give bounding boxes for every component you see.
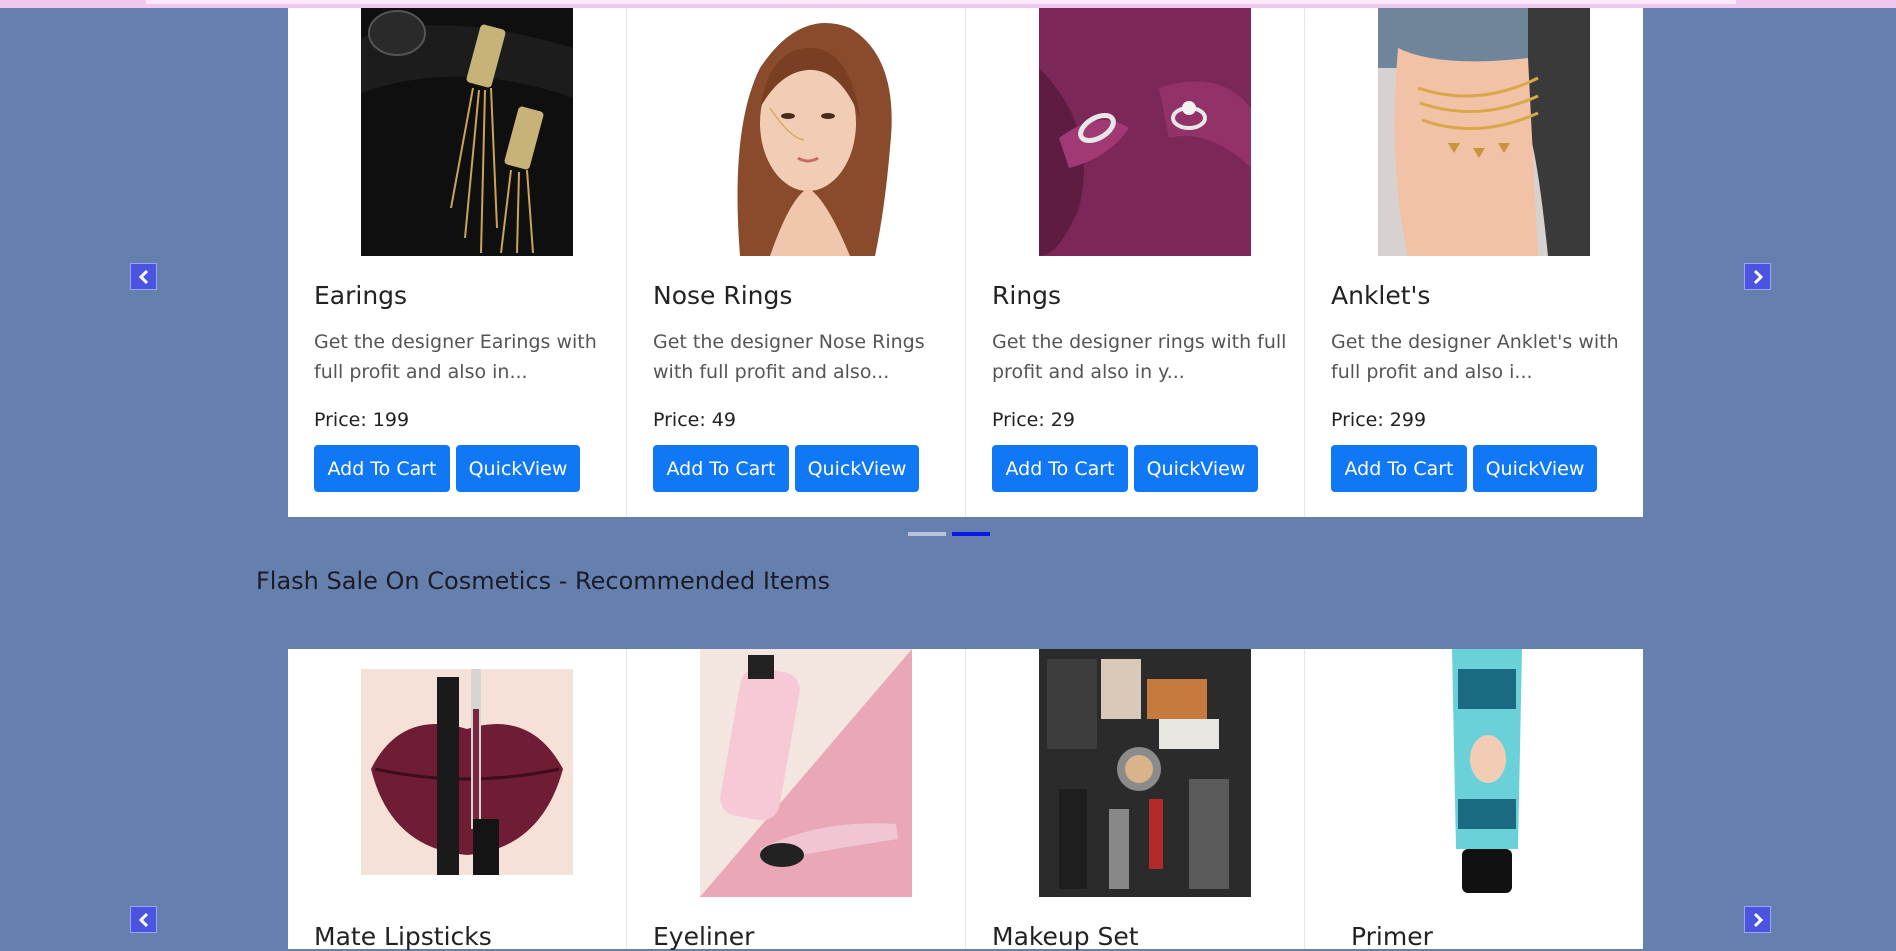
- quickview-button[interactable]: QuickView: [795, 445, 919, 492]
- carousel-indicator[interactable]: [908, 532, 946, 536]
- carousel-prev-button[interactable]: [130, 906, 157, 933]
- product-price: Price: 49: [653, 409, 736, 431]
- quickview-button[interactable]: QuickView: [1473, 445, 1597, 492]
- chevron-left-icon: [138, 269, 148, 284]
- product-title[interactable]: Makeup Set: [992, 922, 1139, 951]
- quickview-button[interactable]: QuickView: [456, 445, 580, 492]
- product-title[interactable]: Nose Rings: [653, 281, 792, 310]
- product-card: Anklet's Get the designer Anklet's with …: [1305, 8, 1643, 517]
- product-title[interactable]: Anklet's: [1331, 281, 1430, 310]
- product-card: Eyeliner: [627, 649, 966, 951]
- chevron-right-icon: [1753, 269, 1763, 284]
- add-to-cart-button[interactable]: Add To Cart: [992, 445, 1128, 492]
- product-description: Get the designer Earings with full profi…: [314, 331, 597, 383]
- carousel-indicator-active[interactable]: [952, 532, 990, 536]
- chevron-right-icon: [1753, 912, 1763, 927]
- nose-ring-model-image[interactable]: [700, 8, 912, 256]
- product-card: Mate Lipsticks: [288, 649, 627, 951]
- quickview-button[interactable]: QuickView: [1134, 445, 1258, 492]
- product-title[interactable]: Primer: [1351, 922, 1433, 951]
- add-to-cart-button[interactable]: Add To Cart: [314, 445, 450, 492]
- product-description: Get the designer Anklet's with full prof…: [1331, 331, 1619, 383]
- product-title[interactable]: Eyeliner: [653, 922, 754, 951]
- top-strip: [0, 0, 1896, 8]
- carousel-next-button[interactable]: [1744, 263, 1771, 290]
- product-card: Nose Rings Get the designer Nose Rings w…: [627, 8, 966, 517]
- cosmetics-carousel: Mate Lipsticks Eyeliner Makeup Set Prime…: [288, 649, 1643, 951]
- product-title[interactable]: Rings: [992, 281, 1061, 310]
- product-card: Primer: [1305, 649, 1643, 951]
- product-description: Get the designer rings with full profit …: [992, 331, 1287, 383]
- product-title[interactable]: Mate Lipsticks: [314, 922, 492, 951]
- anklet-image[interactable]: [1378, 8, 1590, 256]
- eyeliner-image[interactable]: [700, 649, 912, 897]
- lipstick-image[interactable]: [361, 669, 573, 875]
- jewelry-carousel: Earings Get the designer Earings with fu…: [288, 8, 1643, 517]
- rings-image[interactable]: [1039, 8, 1251, 256]
- product-card: Makeup Set: [966, 649, 1305, 951]
- product-description: Get the designer Nose Rings with full pr…: [653, 331, 925, 383]
- product-price: Price: 199: [314, 409, 410, 431]
- product-price: Price: 29: [992, 409, 1075, 431]
- carousel-next-button[interactable]: [1744, 906, 1771, 933]
- product-price: Price: 299: [1331, 409, 1427, 431]
- chevron-left-icon: [138, 912, 148, 927]
- section-title: Flash Sale On Cosmetics - Recommended It…: [256, 567, 831, 595]
- earrings-image[interactable]: [361, 8, 573, 256]
- add-to-cart-button[interactable]: Add To Cart: [653, 445, 789, 492]
- makeup-set-image[interactable]: [1039, 649, 1251, 897]
- add-to-cart-button[interactable]: Add To Cart: [1331, 445, 1467, 492]
- carousel-prev-button[interactable]: [130, 263, 157, 290]
- primer-image[interactable]: [1448, 649, 1526, 897]
- product-card: Rings Get the designer rings with full p…: [966, 8, 1305, 517]
- product-title[interactable]: Earings: [314, 281, 407, 310]
- carousel-indicators: [908, 532, 990, 536]
- top-strip-inner: [146, 0, 1736, 4]
- product-card: Earings Get the designer Earings with fu…: [288, 8, 627, 517]
